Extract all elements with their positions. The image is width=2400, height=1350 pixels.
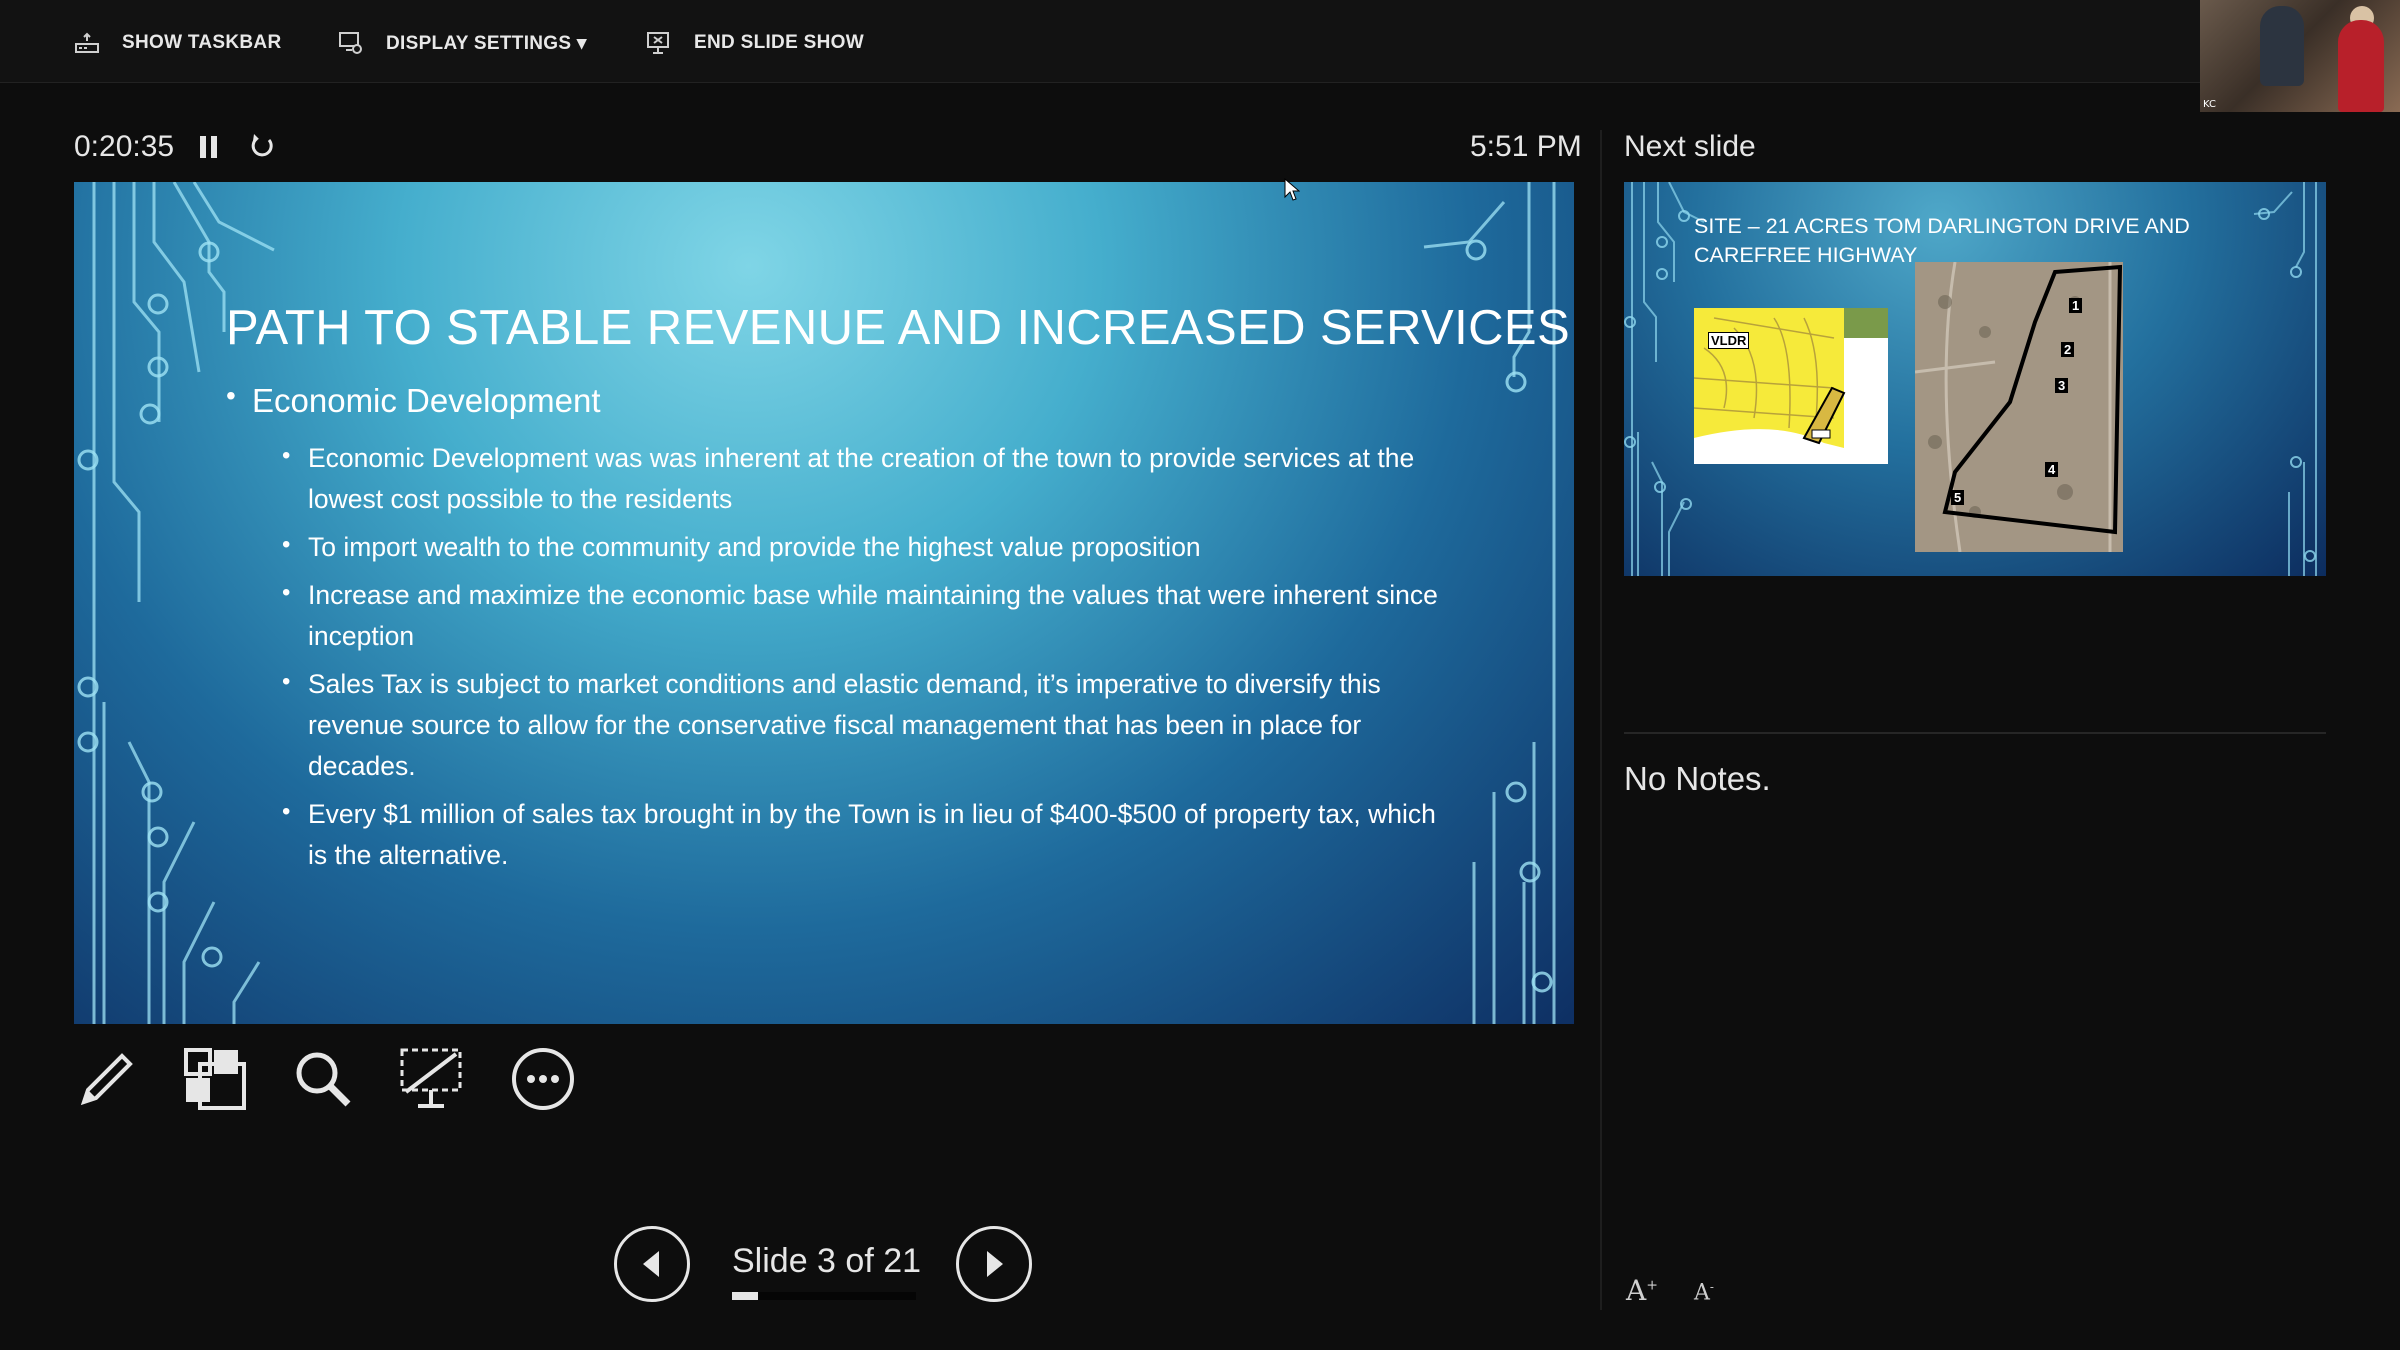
show-taskbar-button[interactable]: SHOW TASKBAR: [74, 26, 281, 60]
bullet-level-1: Economic Development: [226, 380, 1506, 420]
parcel-number: 4: [2045, 462, 2059, 477]
restart-timer-button[interactable]: [248, 132, 276, 160]
decrease-font-button[interactable]: A-: [1694, 1280, 1714, 1305]
zoning-map-image: VLDR: [1694, 308, 1888, 464]
next-slide-label: Next slide: [1624, 130, 1756, 163]
parcel-outline: [1915, 262, 2123, 552]
bullet-level-2: Increase and maximize the economic base …: [226, 572, 1448, 657]
slide-title: PATH TO STABLE REVENUE AND INCREASED SER…: [226, 301, 1571, 355]
parcel-number: 2: [2061, 342, 2075, 357]
end-slide-show-label: END SLIDE SHOW: [694, 32, 864, 53]
display-settings-icon: [339, 32, 362, 54]
presenter-toolbar: SHOW TASKBAR DISPLAY SETTINGS ▾ END SLID…: [0, 0, 2400, 83]
parcel-number: 1: [2069, 298, 2083, 313]
presentation-screen-icon: [400, 1048, 462, 1108]
video-person: [2260, 6, 2304, 86]
decrease-font-icon: A: [1694, 1280, 1710, 1306]
elapsed-timer: 0:20:35: [74, 130, 175, 163]
next-slide-button[interactable]: [956, 1226, 1032, 1302]
end-slideshow-icon: [647, 32, 669, 54]
pen-tool-button[interactable]: [74, 1046, 140, 1112]
chevron-left-icon: [643, 1251, 659, 1277]
black-screen-button[interactable]: [398, 1046, 464, 1112]
pause-icon: [211, 136, 217, 158]
more-options-button[interactable]: [510, 1046, 576, 1112]
increase-font-icon: A: [1626, 1274, 1647, 1307]
next-slide-preview[interactable]: SITE – 21 ACRES TOM DARLINGTON DRIVE AND…: [1624, 182, 2326, 576]
current-slide[interactable]: PATH TO STABLE REVENUE AND INCREASED SER…: [74, 182, 1574, 1024]
current-time: 5:51 PM: [1470, 130, 1582, 163]
zoom-slide-button[interactable]: [290, 1046, 356, 1112]
video-person: [2338, 20, 2384, 112]
increase-font-button[interactable]: A+: [1626, 1274, 1658, 1307]
slide-progress-fill: [732, 1292, 759, 1300]
zoning-map-label: VLDR: [1708, 332, 1750, 349]
pause-icon: [200, 136, 206, 158]
mouse-cursor-icon: [1284, 178, 1300, 201]
slide-progress-bar: [732, 1292, 916, 1300]
see-all-slides-button[interactable]: [182, 1046, 248, 1112]
magnifier-icon: [296, 1052, 351, 1107]
pane-divider[interactable]: [1600, 130, 1602, 1310]
restart-icon: [251, 134, 273, 157]
video-participant-tag: KC: [2203, 99, 2216, 110]
more-icon: [512, 1048, 574, 1110]
parcel-number: 3: [2055, 378, 2069, 393]
chevron-right-icon: [987, 1251, 1003, 1277]
speaker-notes: No Notes.: [1624, 760, 1771, 797]
bullet-level-2: Every $1 million of sales tax brought in…: [226, 791, 1448, 876]
taskbar-icon: [75, 32, 99, 53]
slide-counter: Slide 3 of 21: [732, 1242, 922, 1280]
previous-slide-button[interactable]: [614, 1226, 690, 1302]
display-settings-label: DISPLAY SETTINGS ▾: [386, 32, 587, 54]
video-thumbnail[interactable]: KC: [2200, 0, 2400, 112]
bullet-level-2: To import wealth to the community and pr…: [226, 524, 1448, 568]
notes-divider[interactable]: [1624, 732, 2326, 734]
parcel-number: 5: [1951, 490, 1965, 505]
bullet-level-2: Sales Tax is subject to market condition…: [226, 661, 1448, 787]
pause-timer-button[interactable]: [198, 134, 220, 160]
display-settings-button[interactable]: DISPLAY SETTINGS ▾: [338, 26, 587, 60]
slide-bullets: Economic Development Economic Developmen…: [226, 380, 1506, 883]
show-taskbar-label: SHOW TASKBAR: [122, 32, 282, 53]
grid-slides-icon: [184, 1048, 246, 1110]
aerial-parcel-map-image: 1 2 3 4 5: [1915, 262, 2123, 552]
bullet-level-2: Economic Development was was inherent at…: [226, 435, 1448, 520]
pen-icon: [80, 1053, 133, 1106]
end-slide-show-button[interactable]: END SLIDE SHOW: [646, 26, 864, 60]
